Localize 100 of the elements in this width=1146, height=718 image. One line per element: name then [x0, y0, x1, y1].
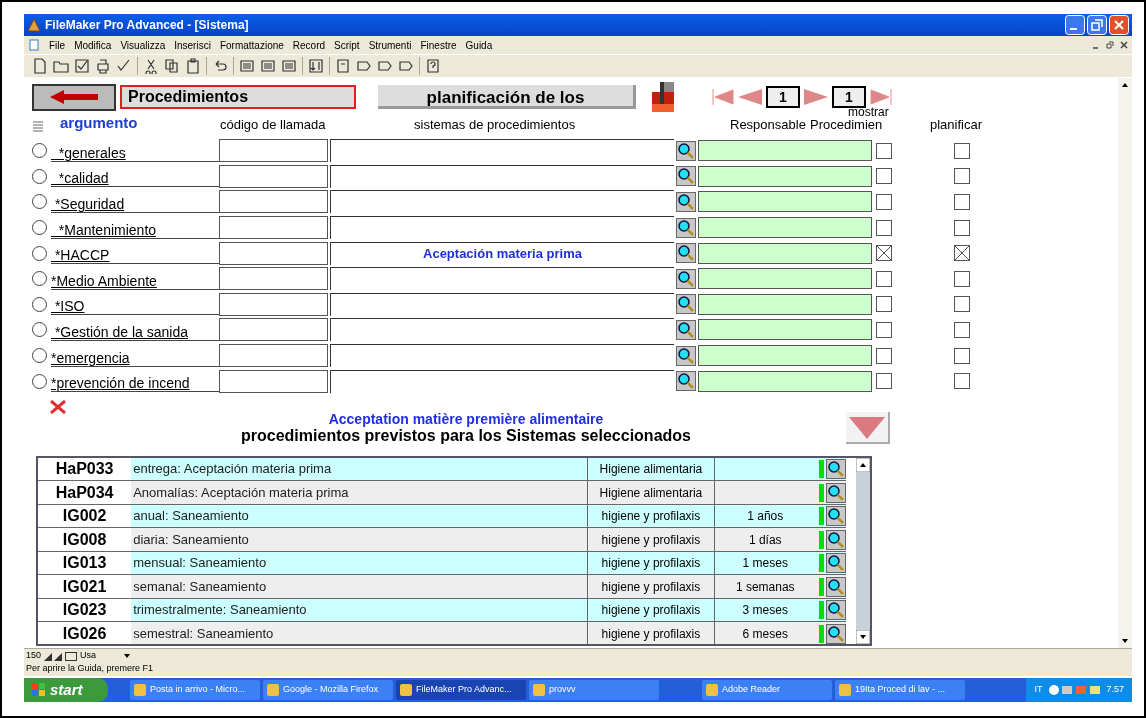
- search-icon[interactable]: [826, 600, 846, 621]
- system-field[interactable]: [330, 369, 674, 393]
- radio-button[interactable]: [32, 143, 47, 159]
- radio-button[interactable]: [32, 296, 47, 312]
- topic-link[interactable]: *prevención de incend: [51, 375, 190, 392]
- checkbox[interactable]: [954, 347, 970, 364]
- checkbox[interactable]: [876, 270, 892, 287]
- topic-link[interactable]: *Mantenimiento: [51, 221, 157, 238]
- menu-item[interactable]: Modifica: [74, 37, 112, 53]
- responsible-field[interactable]: [698, 293, 872, 315]
- checkbox[interactable]: [876, 142, 892, 159]
- checkbox[interactable]: [954, 270, 970, 287]
- responsible-field[interactable]: [698, 217, 872, 239]
- radio-button[interactable]: [32, 271, 47, 287]
- menu-item[interactable]: Record: [292, 37, 326, 53]
- code-field[interactable]: [219, 216, 328, 240]
- search-icon[interactable]: [826, 506, 846, 527]
- code-field[interactable]: [219, 267, 328, 291]
- checkbox[interactable]: [954, 194, 970, 210]
- search-icon[interactable]: [676, 371, 696, 392]
- checkbox[interactable]: [954, 321, 970, 338]
- topic-link[interactable]: *ISO: [51, 298, 85, 315]
- code-field[interactable]: [219, 241, 328, 265]
- title-field[interactable]: Procedimientos: [120, 85, 356, 109]
- code-field[interactable]: [219, 164, 328, 188]
- paste-icon[interactable]: [185, 58, 201, 74]
- code-field[interactable]: [219, 318, 328, 342]
- topic-link[interactable]: *generales: [51, 144, 126, 161]
- radio-button[interactable]: [32, 322, 47, 338]
- record-number-field[interactable]: 1: [766, 86, 800, 108]
- first-record-icon[interactable]: [712, 89, 734, 105]
- list-icon[interactable]: [281, 58, 297, 74]
- search-icon[interactable]: [676, 217, 696, 238]
- zoom-level[interactable]: 150: [26, 648, 42, 663]
- menu-item[interactable]: File: [49, 37, 66, 53]
- topic-link[interactable]: *Seguridad: [51, 196, 125, 212]
- next-record-icon[interactable]: [804, 89, 828, 105]
- list-icon[interactable]: [239, 58, 255, 74]
- checkbox[interactable]: [876, 245, 892, 262]
- system-field[interactable]: [330, 190, 674, 214]
- minimize-icon[interactable]: [1065, 15, 1085, 35]
- code-field[interactable]: [219, 369, 328, 393]
- checkbox[interactable]: [954, 245, 970, 262]
- list-icon[interactable]: [260, 58, 276, 74]
- help-icon[interactable]: [425, 58, 441, 74]
- radio-button[interactable]: [32, 168, 47, 184]
- checkbox[interactable]: [954, 168, 970, 185]
- taskbar-button[interactable]: Google - Mozilla Firefox: [263, 680, 393, 700]
- checkbox-icon[interactable]: [74, 58, 90, 74]
- mode-label[interactable]: Usa: [80, 648, 121, 663]
- search-icon[interactable]: [676, 166, 696, 187]
- taskbar-button[interactable]: 19Ita Proced di lav - ...: [835, 680, 965, 700]
- taskbar-button[interactable]: Posta in arrivo - Micro...: [130, 680, 260, 700]
- search-icon[interactable]: [676, 243, 696, 264]
- responsible-field[interactable]: [698, 268, 872, 290]
- checkbox[interactable]: [876, 168, 892, 185]
- code-field[interactable]: [219, 292, 328, 316]
- menu-item[interactable]: Guida: [465, 37, 493, 53]
- search-icon[interactable]: [676, 345, 696, 366]
- checkbox[interactable]: [954, 296, 970, 313]
- taskbar-button[interactable]: FileMaker Pro Advanc...: [396, 680, 526, 700]
- search-icon[interactable]: [826, 576, 846, 597]
- records-icon[interactable]: [652, 82, 674, 112]
- system-field[interactable]: [330, 164, 674, 188]
- responsible-field[interactable]: [698, 165, 872, 187]
- folder-icon[interactable]: [53, 58, 69, 74]
- search-icon[interactable]: [826, 553, 846, 574]
- checkbox[interactable]: [876, 296, 892, 313]
- responsible-field[interactable]: [698, 191, 872, 213]
- search-icon[interactable]: [676, 192, 696, 212]
- radio-button[interactable]: [32, 348, 47, 364]
- language-indicator[interactable]: IT: [1034, 683, 1043, 697]
- search-icon[interactable]: [826, 459, 846, 480]
- checkbox[interactable]: [876, 219, 892, 236]
- scrollbar[interactable]: [1118, 78, 1132, 648]
- responsible-field[interactable]: [698, 140, 872, 162]
- taskbar-button[interactable]: provvv: [529, 680, 659, 700]
- menu-item[interactable]: Formattazione: [219, 37, 284, 53]
- responsible-field[interactable]: [698, 319, 872, 341]
- scrollbar[interactable]: [856, 457, 870, 644]
- code-field[interactable]: [219, 344, 328, 368]
- previous-record-icon[interactable]: [738, 89, 762, 105]
- start-button[interactable]: start: [24, 678, 108, 702]
- code-field[interactable]: [219, 190, 328, 214]
- back-button[interactable]: [32, 83, 116, 111]
- search-icon[interactable]: [676, 294, 696, 315]
- search-icon[interactable]: [826, 529, 846, 550]
- topic-link[interactable]: *Gestión de la sanida: [51, 323, 188, 340]
- taskbar-button[interactable]: Adobe Reader: [702, 680, 832, 700]
- menu-item[interactable]: Inserisci: [174, 37, 211, 53]
- system-field[interactable]: [330, 216, 674, 240]
- checkbox[interactable]: [954, 373, 970, 390]
- checkbox[interactable]: [876, 347, 892, 364]
- sort-icon[interactable]: [308, 58, 324, 74]
- menu-item[interactable]: Script: [334, 37, 360, 53]
- search-icon[interactable]: [826, 482, 846, 503]
- checkbox[interactable]: [954, 219, 970, 236]
- responsible-field[interactable]: [698, 345, 872, 367]
- search-icon[interactable]: [676, 319, 696, 340]
- menu-item[interactable]: Strumenti: [368, 37, 412, 53]
